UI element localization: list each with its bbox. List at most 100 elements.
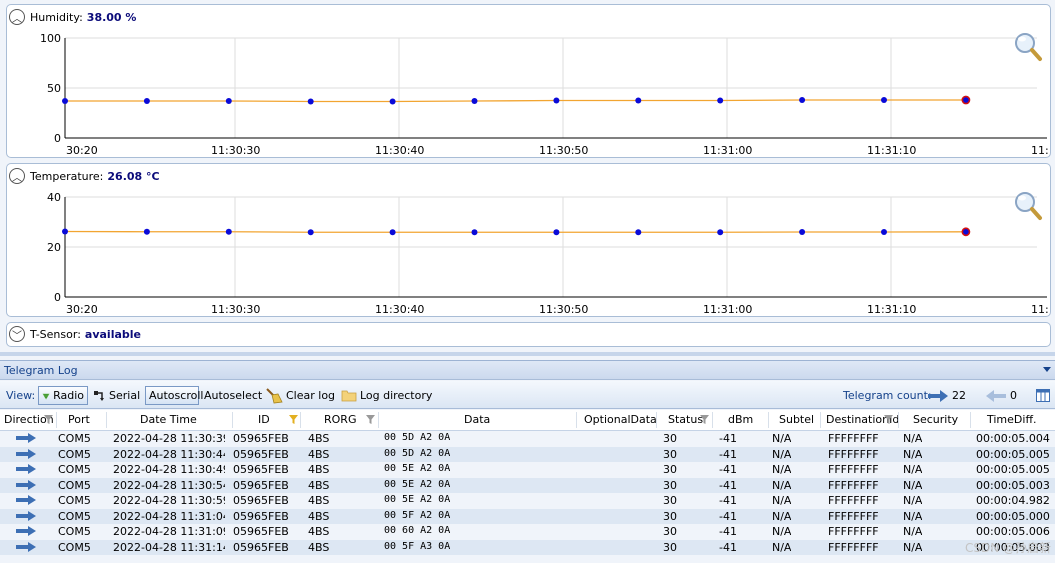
cell-subtel: N/A: [772, 494, 792, 507]
data-point: [717, 97, 724, 104]
table-row[interactable]: COM5 2022-04-28 11:31:09. 05965FEB 4BS 00 60…: [0, 524, 1055, 539]
table-row[interactable]: COM5 2022-04-28 11:31:04. 05965FEB 4BS 00 5F…: [0, 508, 1055, 524]
cell-id: 05965FEB: [233, 494, 289, 507]
column-separator[interactable]: [576, 412, 577, 428]
sensor-label: T-Sensor:: [30, 327, 81, 341]
column-header[interactable]: ID: [258, 413, 270, 426]
cell-port: COM5: [58, 478, 91, 492]
humidity-chart: 100 50 0 30:20 11:30:30 11:30:40 11:30:50 11:31…: [40, 32, 1049, 157]
column-separator[interactable]: [898, 412, 899, 428]
column-chooser-icon[interactable]: [1036, 389, 1050, 402]
cell-id: 05965FEB: [233, 432, 289, 445]
zoom-magnifier-icon[interactable]: [1013, 190, 1043, 222]
column-header[interactable]: Subtel: [779, 413, 814, 426]
splitter[interactable]: [0, 352, 1055, 356]
y-tick-label: 50: [47, 82, 61, 95]
cell-id: 05965FEB: [233, 478, 289, 492]
column-header[interactable]: Security: [913, 413, 958, 426]
column-separator[interactable]: [656, 412, 657, 428]
data-point: [389, 229, 396, 236]
chevron-down-icon[interactable]: [1043, 367, 1051, 373]
data-point: [62, 228, 68, 235]
series-line: [64, 230, 966, 233]
table-row[interactable]: COM5 2022-04-28 11:30:59. 05965FEB 4BS 00 5E…: [0, 493, 1055, 508]
column-header[interactable]: Port: [68, 413, 90, 426]
cell-data: 00 5D A2 0A: [384, 447, 451, 459]
column-separator[interactable]: [820, 412, 821, 428]
cell-rorg: 4BS: [308, 432, 330, 445]
data-point: [799, 229, 806, 235]
cell-rorg: 4BS: [308, 540, 330, 554]
column-separator[interactable]: [970, 412, 971, 428]
cell-security: N/A: [903, 540, 923, 554]
x-tick-label: 11:31:00: [703, 144, 752, 157]
cell-rorg: 4BS: [308, 447, 330, 461]
column-header[interactable]: OptionalData: [584, 413, 657, 426]
cell-data: 00 60 A2 0A: [384, 525, 451, 536]
column-separator[interactable]: [56, 412, 57, 428]
table-row[interactable]: COM5 2022-04-28 11:30:39. 05965FEB 4BS 00 5D…: [0, 431, 1055, 446]
cell-dest: FFFFFFFF: [828, 447, 879, 461]
table-row[interactable]: COM5 2022-04-28 11:30:49. 05965FEB 4BS 00 5E…: [0, 462, 1055, 477]
cell-dest: FFFFFFFF: [828, 494, 879, 507]
clear-log-button[interactable]: Clear log: [265, 386, 335, 405]
cell-dbm: -41: [719, 478, 737, 492]
cell-subtel: N/A: [772, 540, 792, 554]
filter-funnel-icon[interactable]: [700, 415, 709, 425]
radio-label: Radio: [53, 389, 84, 402]
column-separator[interactable]: [378, 412, 379, 428]
table-row[interactable]: COM5 2022-04-28 11:30:44. 05965FEB 4BS 00 5D…: [0, 446, 1055, 462]
column-header[interactable]: TimeDiff.: [987, 413, 1037, 426]
column-separator[interactable]: [768, 412, 769, 428]
autoscroll-toggle[interactable]: Autoscroll: [145, 386, 203, 405]
cell-dbm: -41: [719, 463, 737, 476]
data-point: [881, 229, 887, 235]
cell-id: 05965FEB: [233, 463, 289, 476]
telegram-log-toolbar: View: Radio Serial Autoscroll Autoselect…: [0, 381, 1055, 409]
filter-funnel-icon[interactable]: [44, 415, 53, 425]
table-row[interactable]: COM5 2022-04-28 11:31:14. 05965FEB 4BS 00 5F…: [0, 539, 1055, 555]
incoming-direction-icon: [16, 433, 36, 443]
cell-status: 30: [663, 509, 677, 523]
log-directory-button[interactable]: Log directory: [341, 386, 432, 405]
cell-data: 00 5E A2 0A: [384, 463, 451, 474]
cell-status: 30: [663, 447, 677, 461]
filter-funnel-icon[interactable]: [289, 415, 298, 425]
cell-dest: FFFFFFFF: [828, 525, 879, 538]
serial-view-button[interactable]: Serial: [92, 386, 140, 405]
cell-dbm: -41: [719, 432, 737, 445]
cell-datetime: 2022-04-28 11:31:14.: [113, 540, 225, 554]
cell-security: N/A: [903, 447, 923, 461]
column-separator[interactable]: [232, 412, 233, 428]
column-separator[interactable]: [712, 412, 713, 428]
autoselect-toggle[interactable]: Autoselect: [204, 386, 262, 405]
column-header[interactable]: Data: [464, 413, 490, 426]
x-tick-label: 11:30:40: [375, 144, 424, 157]
column-header[interactable]: RORG: [324, 413, 356, 426]
radio-view-button[interactable]: Radio: [38, 386, 88, 405]
filter-funnel-icon[interactable]: [884, 415, 893, 425]
column-header[interactable]: Date Time: [140, 413, 197, 426]
cell-id: 05965FEB: [233, 540, 289, 554]
filter-funnel-icon[interactable]: [366, 415, 375, 425]
column-header[interactable]: dBm: [728, 413, 753, 426]
incoming-arrow-icon: [928, 390, 948, 402]
autoselect-label: Autoselect: [204, 389, 263, 402]
incoming-direction-icon: [16, 479, 36, 490]
cell-port: COM5: [58, 540, 91, 554]
y-tick-label: 0: [54, 132, 61, 145]
data-point: [799, 97, 806, 103]
cell-rorg: 4BS: [308, 494, 330, 507]
expand-sensor-button[interactable]: ﹀: [9, 326, 25, 342]
cell-dbm: -41: [719, 494, 737, 507]
column-separator[interactable]: [106, 412, 107, 428]
table-row[interactable]: COM5 2022-04-28 11:30:54. 05965FEB 4BS 00 5E…: [0, 477, 1055, 493]
cell-status: 30: [663, 478, 677, 492]
zoom-magnifier-icon[interactable]: [1013, 31, 1043, 63]
cell-security: N/A: [903, 478, 923, 492]
incoming-direction-icon: [16, 464, 36, 474]
cell-subtel: N/A: [772, 463, 792, 476]
column-separator[interactable]: [300, 412, 301, 428]
incoming-direction-icon: [16, 526, 36, 536]
column-header[interactable]: Status: [668, 413, 703, 426]
